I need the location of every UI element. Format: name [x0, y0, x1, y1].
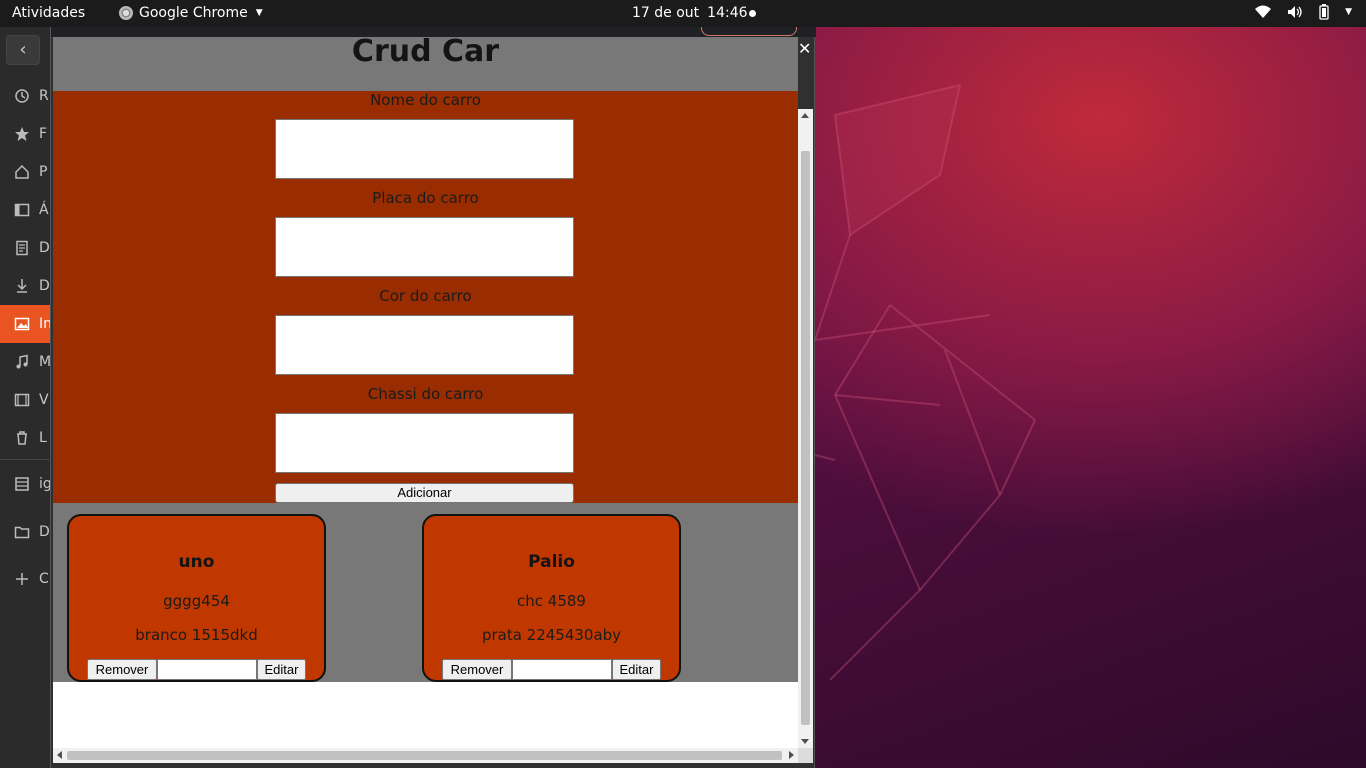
- download-icon: [17, 279, 27, 293]
- car-plate: chc 4589: [517, 592, 586, 610]
- sidebar-item-other-locations[interactable]: C: [0, 560, 50, 598]
- car-color-chassis: branco 1515dkd: [135, 626, 258, 644]
- remove-button[interactable]: Remover: [442, 659, 512, 680]
- drive-icon: [15, 477, 29, 491]
- notification-dot-icon: [749, 10, 756, 17]
- sidebar-item-label: P: [39, 164, 48, 180]
- car-card: Palio chc 4589 prata 2245430aby Remover …: [422, 514, 681, 682]
- caret-down-icon: ▼: [255, 8, 263, 18]
- sidebar-item-label: ig: [39, 476, 50, 492]
- sidebar-item-label: V: [39, 392, 49, 408]
- scroll-right-icon[interactable]: [789, 751, 794, 759]
- car-name-input[interactable]: [275, 119, 574, 179]
- video-icon: [14, 393, 30, 407]
- edit-input[interactable]: [157, 659, 257, 680]
- chrome-icon: [119, 6, 133, 20]
- car-color-label: Cor do carro: [379, 287, 472, 305]
- clock-time: 14:46: [707, 5, 748, 21]
- back-button[interactable]: ‹: [6, 35, 40, 65]
- power-menu-caret-icon: ▼: [1345, 7, 1352, 17]
- sidebar-item-starred[interactable]: F: [0, 115, 50, 153]
- sidebar-item-label: Á: [39, 202, 49, 218]
- image-icon: [14, 317, 30, 331]
- music-icon: [16, 354, 28, 369]
- sidebar-item-label: R: [39, 88, 49, 104]
- wifi-icon: [1255, 5, 1272, 19]
- clock-date: 17 de out: [632, 5, 700, 21]
- car-name: uno: [178, 552, 215, 572]
- car-chassis-label: Chassi do carro: [367, 385, 484, 403]
- sidebar-item-label: D: [39, 240, 50, 256]
- sidebar-item-desktop[interactable]: Á: [0, 191, 50, 229]
- folder-icon: [14, 526, 30, 539]
- add-button[interactable]: Adicionar: [275, 483, 574, 503]
- edit-button[interactable]: Editar: [257, 659, 306, 680]
- clock[interactable]: 17 de out 14:46: [632, 5, 748, 21]
- scroll-down-icon[interactable]: [801, 739, 809, 744]
- horizontal-scroll-thumb[interactable]: [67, 751, 782, 760]
- update-button[interactable]: [701, 27, 797, 36]
- sidebar-item-label: In: [39, 316, 50, 332]
- sidebar-item-drive[interactable]: ig: [0, 465, 50, 503]
- sidebar-item-label: D: [39, 278, 50, 294]
- vertical-scroll-thumb[interactable]: [801, 151, 810, 725]
- sidebar-item-trash[interactable]: L: [0, 419, 50, 457]
- volume-icon: [1287, 5, 1303, 19]
- desktop-icon: [14, 203, 30, 217]
- car-actions: Remover Editar: [442, 659, 661, 680]
- close-icon[interactable]: ✕: [798, 39, 811, 58]
- trash-icon: [17, 431, 27, 445]
- page-viewport: Crud Car Nome do carro Placa do carro Co…: [53, 37, 798, 748]
- app-menu-label: Google Chrome: [139, 5, 248, 21]
- vertical-scrollbar[interactable]: [798, 109, 813, 748]
- top-bar: Atividades Google Chrome ▼ 17 de out 14:…: [0, 0, 1366, 27]
- scrollbar-corner: [798, 748, 813, 763]
- car-form: Nome do carro Placa do carro Cor do carr…: [53, 91, 798, 503]
- sidebar-item-folder[interactable]: D: [0, 513, 50, 551]
- sidebar-item-videos[interactable]: V: [0, 381, 50, 419]
- sidebar-item-downloads[interactable]: D: [0, 267, 50, 305]
- page-header: Crud Car: [53, 37, 798, 91]
- edit-input[interactable]: [512, 659, 612, 680]
- sidebar-item-label: F: [39, 126, 48, 142]
- sidebar-item-home[interactable]: P: [0, 153, 50, 191]
- car-list: uno gggg454 branco 1515dkd Remover Edita…: [53, 503, 798, 682]
- battery-icon: [1319, 4, 1329, 20]
- activities-button[interactable]: Atividades: [12, 5, 85, 21]
- app-menu[interactable]: Google Chrome ▼: [119, 5, 263, 21]
- car-actions: Remover Editar: [87, 659, 306, 680]
- sidebar-item-documents[interactable]: D: [0, 229, 50, 267]
- car-color-chassis: prata 2245430aby: [481, 626, 622, 644]
- scroll-up-icon[interactable]: [801, 113, 809, 118]
- horizontal-scrollbar[interactable]: [53, 748, 798, 763]
- car-name: Palio: [528, 552, 575, 572]
- remove-button[interactable]: Remover: [87, 659, 157, 680]
- sidebar-divider: [0, 459, 50, 460]
- car-card: uno gggg454 branco 1515dkd Remover Edita…: [67, 514, 326, 682]
- edit-button[interactable]: Editar: [612, 659, 661, 680]
- plus-icon: [16, 573, 28, 585]
- car-color-input[interactable]: [275, 315, 574, 375]
- car-chassis-input[interactable]: [275, 413, 574, 473]
- system-tray[interactable]: ▼: [1255, 4, 1352, 20]
- car-plate-label: Placa do carro: [372, 189, 479, 207]
- sidebar-item-label: D: [39, 524, 50, 540]
- sidebar-item-label: L: [39, 430, 47, 446]
- sidebar-item-images[interactable]: In: [0, 305, 50, 343]
- sidebar-item-label: M: [39, 354, 50, 370]
- home-icon: [15, 164, 29, 179]
- star-icon: [15, 127, 29, 141]
- page-title: Crud Car: [351, 37, 500, 69]
- car-name-label: Nome do carro: [370, 91, 481, 109]
- sidebar-item-label: C: [39, 571, 49, 587]
- car-plate-input[interactable]: [275, 217, 574, 277]
- chrome-window: ✕ Crud Car Nome do carro Placa do carro …: [50, 27, 816, 768]
- files-sidebar: ‹ R F P Á D D In M V L ig D C: [0, 27, 50, 768]
- scroll-left-icon[interactable]: [57, 751, 62, 759]
- recent-icon: [15, 89, 29, 103]
- car-plate: gggg454: [163, 592, 230, 610]
- document-icon: [16, 240, 28, 256]
- sidebar-item-recent[interactable]: R: [0, 77, 50, 115]
- sidebar-item-music[interactable]: M: [0, 343, 50, 381]
